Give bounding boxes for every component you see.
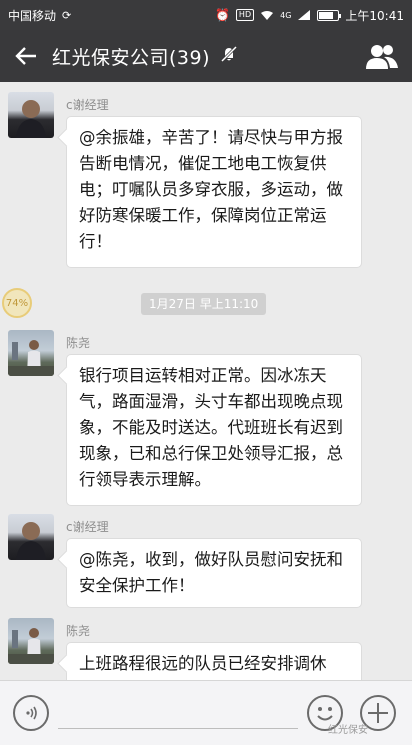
sender-name: 陈尧 — [66, 336, 91, 350]
sync-icon: ⟳ — [62, 8, 72, 22]
message-bubble[interactable]: 银行项目运转相对正常。因冰冻天气，路面湿滑，头寸车都出现晚点现象，不能及时送达。… — [66, 354, 362, 506]
status-time: 上午10:41 — [345, 8, 404, 23]
voice-button[interactable] — [13, 695, 49, 731]
hd-icon: HD — [235, 9, 255, 21]
back-button[interactable] — [0, 30, 52, 82]
avatar[interactable] — [8, 330, 54, 376]
network-type: 4G — [280, 10, 292, 20]
avatar[interactable] — [8, 92, 54, 138]
chat-title: 红光保安公司(39) — [52, 46, 211, 69]
alarm-icon: ⏰ — [214, 8, 230, 22]
progress-badge[interactable]: 74% — [2, 288, 32, 318]
message-bubble[interactable]: 上班路程很远的队员已经安排调休 — [66, 642, 362, 680]
voice-icon — [26, 706, 37, 720]
message-input[interactable] — [58, 699, 298, 729]
message-bubble[interactable]: @余振雄，辛苦了！请尽快与甲方报告断电情况，催促工地电工恢复供电；叮嘱队员多穿衣… — [66, 116, 362, 268]
group-info-button[interactable] — [366, 42, 398, 70]
chat-area[interactable]: c谢经理 @余振雄，辛苦了！请尽快与甲方报告断电情况，催促工地电工恢复供电；叮嘱… — [0, 82, 412, 680]
message-bubble[interactable]: @陈尧，收到，做好队员慰问安抚和安全保护工作！ — [66, 538, 362, 608]
chat-header: 红光保安公司(39) — [0, 30, 412, 82]
input-bar: 红光保安 — [0, 680, 412, 745]
sender-name: c谢经理 — [66, 520, 109, 534]
signal-icon — [298, 9, 311, 20]
watermark-text: 红光保安 — [328, 725, 368, 736]
sender-name: 陈尧 — [66, 624, 91, 638]
sender-name: c谢经理 — [66, 98, 109, 112]
status-bar: 中国移动 ⟳ ⏰ HD 4G 上午10:41 — [0, 0, 412, 30]
back-arrow-icon — [15, 47, 36, 65]
avatar[interactable] — [8, 618, 54, 664]
group-icon — [366, 45, 398, 69]
plus-icon — [368, 703, 388, 723]
carrier-label: 中国移动 — [8, 8, 57, 23]
mute-icon — [220, 45, 238, 67]
battery-icon — [317, 9, 342, 21]
wifi-icon — [261, 10, 274, 20]
avatar[interactable] — [8, 514, 54, 560]
timestamp: 1月27日 早上11:10 — [141, 293, 267, 315]
